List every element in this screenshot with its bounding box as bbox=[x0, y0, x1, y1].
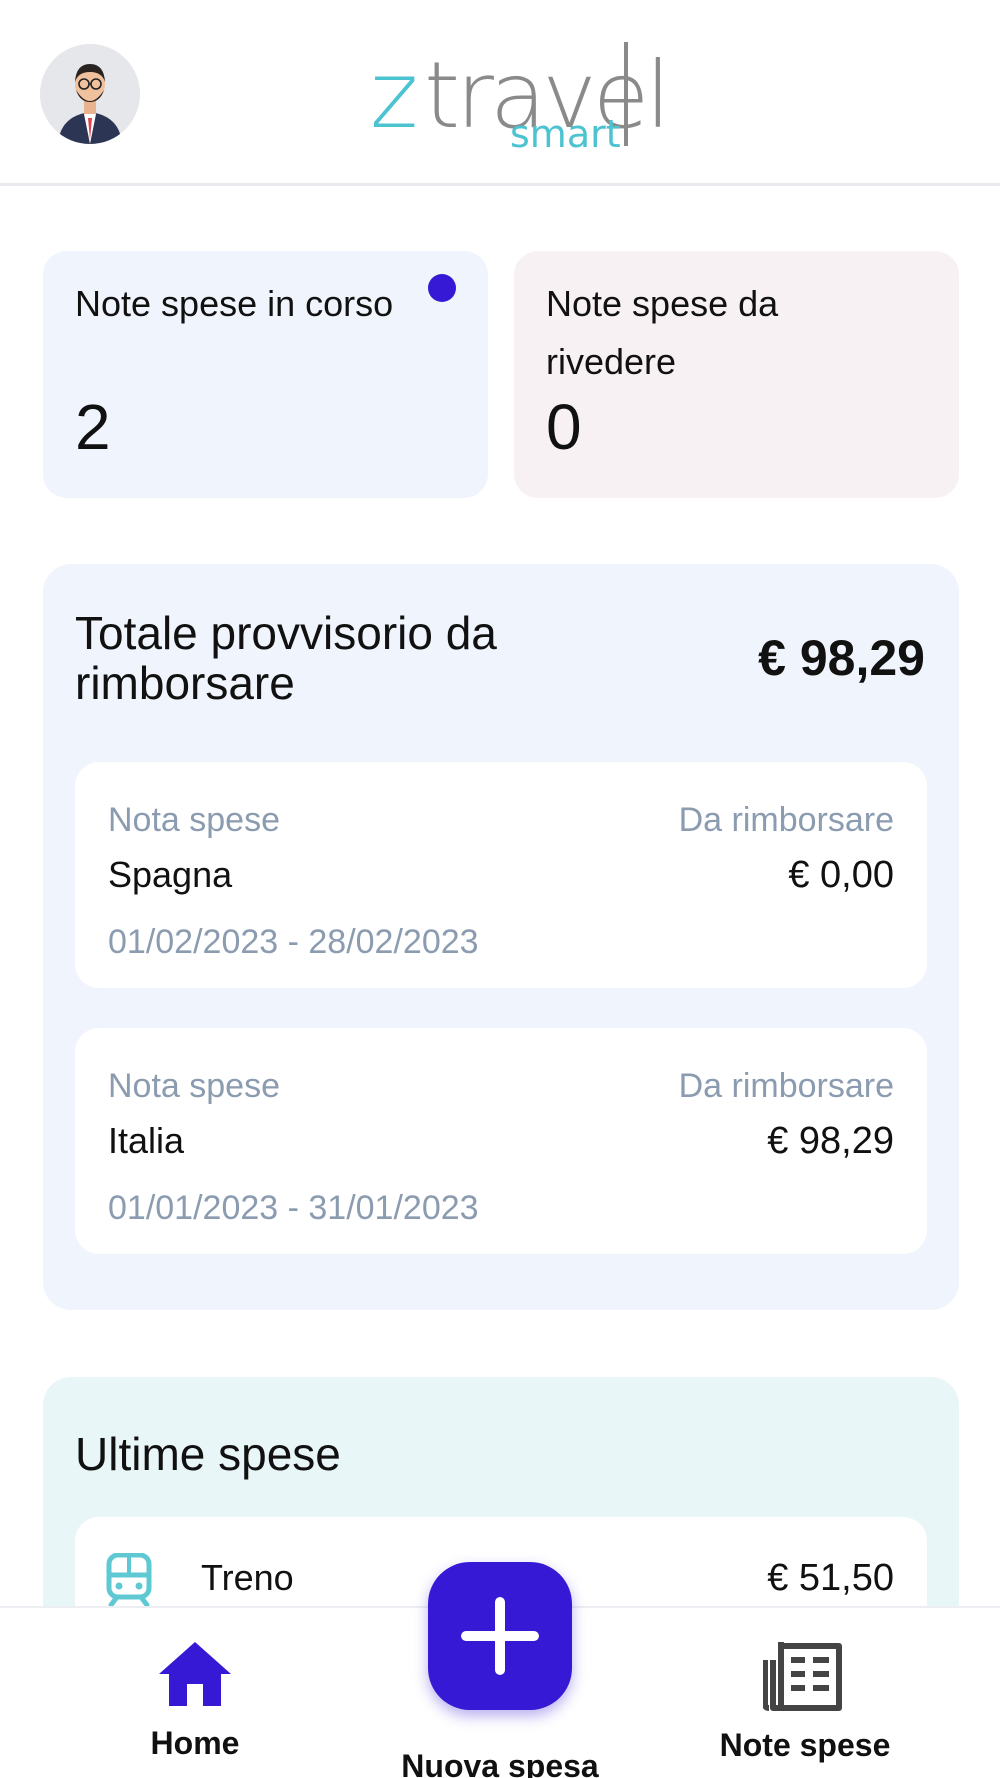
nota-dates: 01/01/2023 - 31/01/2023 bbox=[108, 1189, 479, 1227]
add-expense-button[interactable] bbox=[428, 1562, 572, 1710]
nota-name: Italia bbox=[108, 1120, 185, 1161]
totale-section: Totale provvisorio da rimborsare € 98,29… bbox=[43, 564, 959, 1310]
rimborso-key-label: Da rimborsare bbox=[678, 1067, 894, 1105]
nota-dates: 01/02/2023 - 28/02/2023 bbox=[108, 923, 479, 961]
expense-amount: € 51,50 bbox=[767, 1557, 894, 1599]
rimborso-key-label: Da rimborsare bbox=[678, 801, 894, 839]
nav-nuova-spesa[interactable]: Nuova spesa bbox=[380, 1738, 620, 1778]
nav-home-label: Home bbox=[150, 1725, 240, 1761]
ztravel-smart-logo: z travel smart bbox=[370, 36, 671, 156]
nota-name: Spagna bbox=[108, 854, 233, 895]
nota-key-label: Nota spese bbox=[108, 1067, 280, 1105]
nota-amount: € 0,00 bbox=[788, 854, 894, 896]
stat-label: Note spese in corso bbox=[75, 283, 394, 324]
app-header: z travel smart bbox=[0, 0, 1000, 186]
nota-spese-card[interactable]: Nota spese Da rimborsare Italia € 98,29 … bbox=[75, 1028, 927, 1254]
stat-card-in-corso[interactable]: Note spese in corso 2 bbox=[43, 251, 488, 498]
stat-card-da-rivedere[interactable]: Note spese da rivedere 0 bbox=[514, 251, 959, 498]
nota-key-label: Nota spese bbox=[108, 801, 280, 839]
ultime-title: Ultime spese bbox=[75, 1428, 341, 1480]
user-avatar-icon[interactable] bbox=[40, 44, 140, 144]
stat-label: Note spese da rivedere bbox=[546, 283, 779, 382]
home-icon bbox=[159, 1642, 231, 1706]
nav-nuova-label: Nuova spesa bbox=[401, 1748, 599, 1778]
totale-title: Totale provvisorio da rimborsare bbox=[75, 607, 497, 709]
nav-home[interactable]: Home bbox=[130, 1638, 260, 1761]
nav-note-spese[interactable]: Note spese bbox=[700, 1638, 910, 1763]
expense-label: Treno bbox=[201, 1557, 294, 1598]
nota-spese-card[interactable]: Nota spese Da rimborsare Spagna € 0,00 0… bbox=[75, 762, 927, 988]
stat-value: 0 bbox=[546, 391, 582, 463]
totale-amount: € 98,29 bbox=[758, 630, 925, 686]
logo-smart: smart bbox=[510, 112, 621, 156]
logo-bar bbox=[624, 42, 628, 146]
nota-amount: € 98,29 bbox=[767, 1120, 894, 1162]
status-indicator-dot bbox=[428, 274, 456, 302]
stat-value: 2 bbox=[75, 391, 111, 463]
plus-icon bbox=[461, 1597, 539, 1675]
logo-z: z bbox=[370, 42, 418, 149]
document-list-icon bbox=[762, 1642, 842, 1711]
train-icon bbox=[105, 1552, 153, 1608]
nav-note-label: Note spese bbox=[719, 1727, 891, 1763]
